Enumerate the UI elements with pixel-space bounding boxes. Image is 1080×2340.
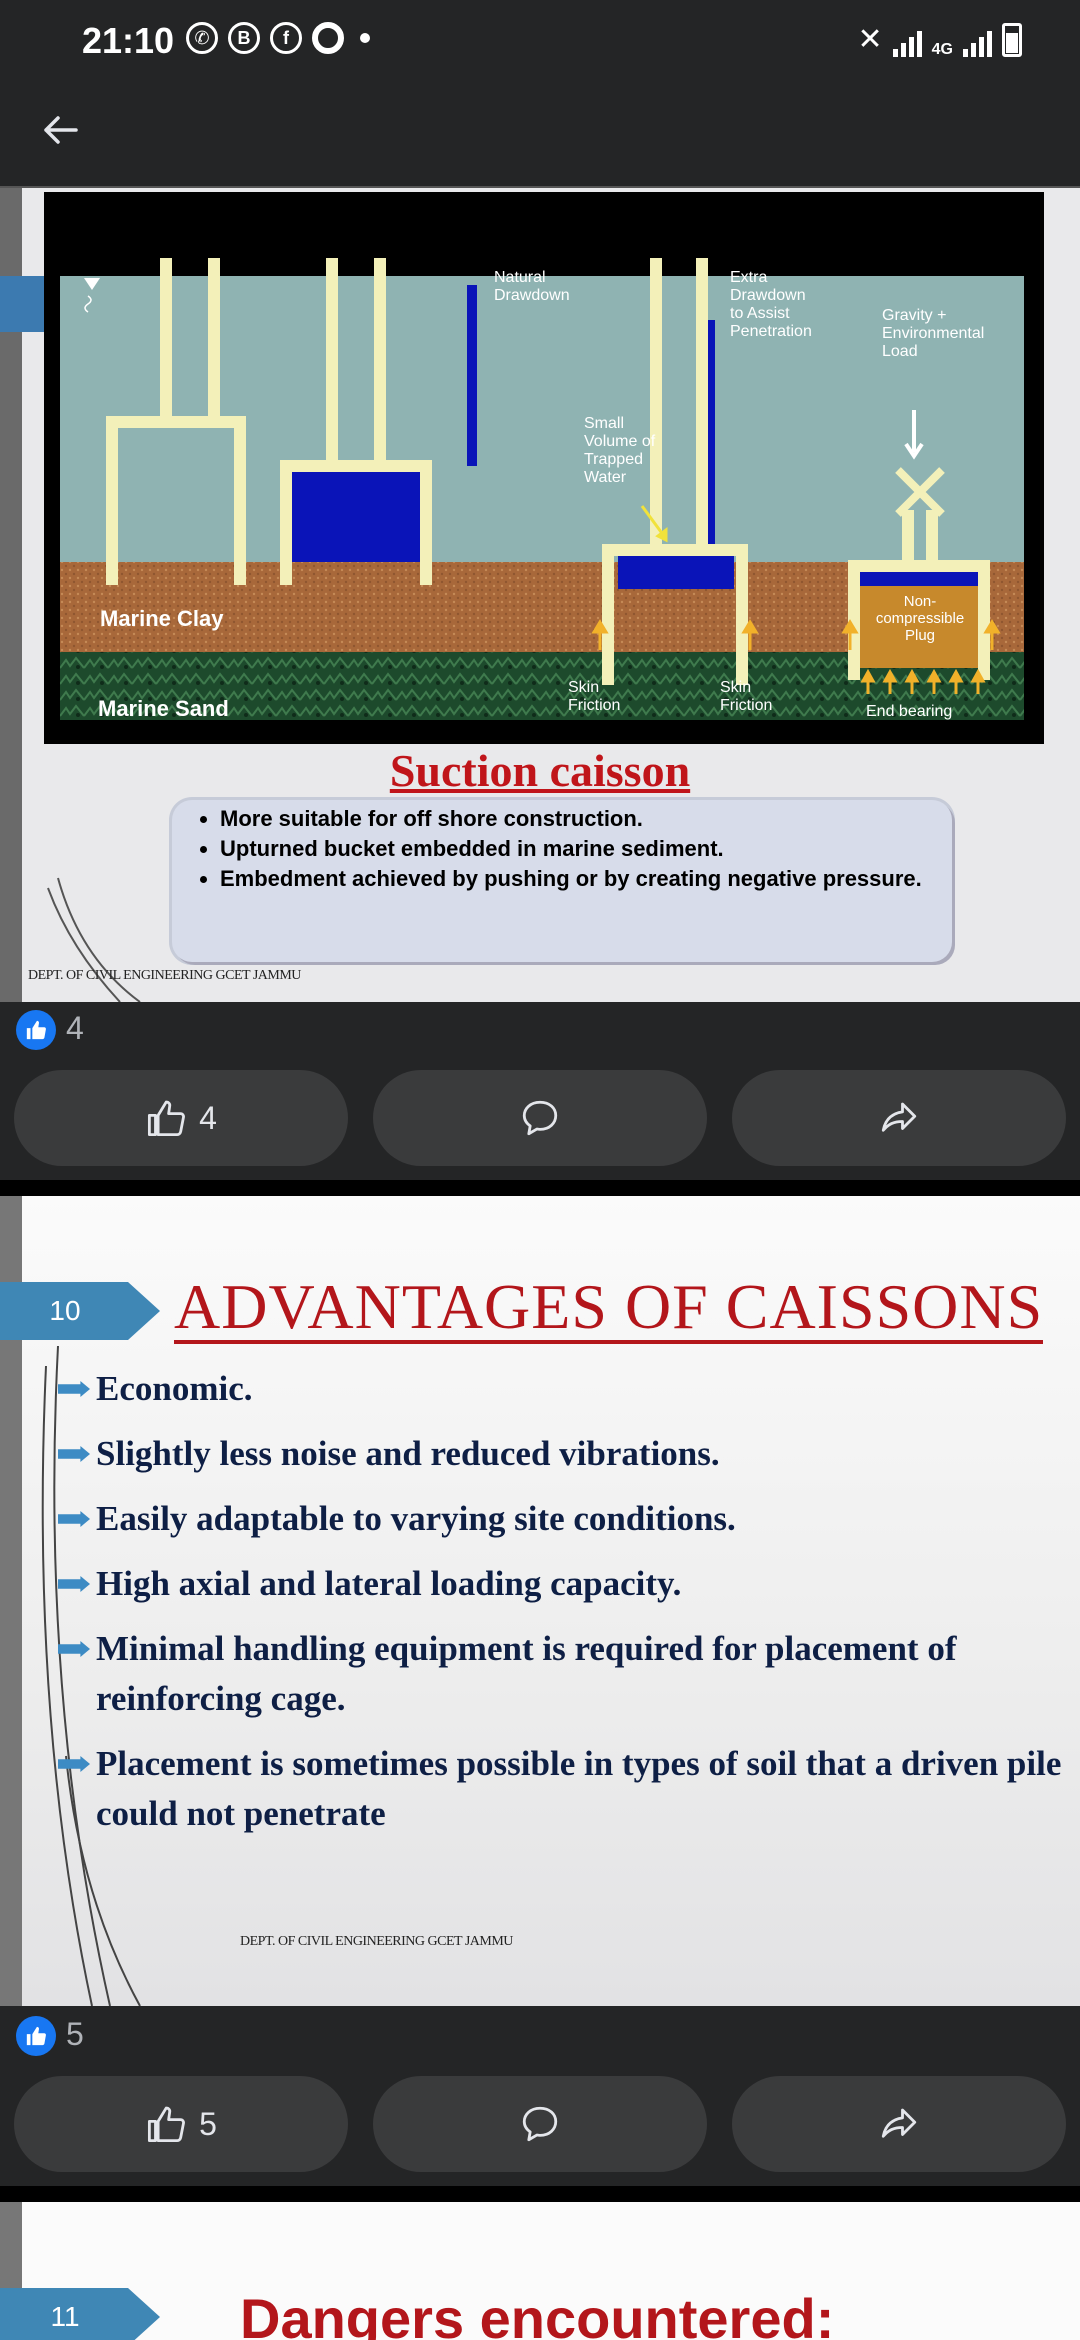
svg-text:Extra: Extra <box>730 269 767 286</box>
bullet-item: Embedment achieved by pushing or by crea… <box>220 864 952 894</box>
bullet-item: Upturned bucket embedded in marine sedim… <box>220 834 952 864</box>
bullet-arrow-icon <box>58 1381 90 1397</box>
comment-icon <box>522 2106 558 2142</box>
signal-icon <box>892 27 922 57</box>
list-item: High axial and lateral loading capacity. <box>58 1559 1068 1609</box>
whatsapp-icon: ✆ <box>186 22 218 54</box>
dept-footer: DEPT. OF CIVIL ENGINEERING GCET JAMMU <box>28 968 301 983</box>
more-notifications-icon <box>360 33 370 43</box>
top-bar <box>0 80 1080 184</box>
mute-icon: ✕ <box>857 23 883 56</box>
back-arrow-icon[interactable] <box>40 110 80 150</box>
svg-text:Load: Load <box>882 343 918 360</box>
like-count: 5 <box>66 2016 84 2052</box>
svg-text:Friction: Friction <box>720 697 772 714</box>
reaction-summary[interactable]: 5 <box>0 2006 1080 2062</box>
svg-text:Water: Water <box>584 469 627 486</box>
comment-button[interactable] <box>373 1070 707 1166</box>
bullet-arrow-icon <box>58 1756 90 1772</box>
slide-image-suction-caisson[interactable]: Marine Clay Marine Sand Natural Drawdown… <box>0 186 1080 1002</box>
b-circle-icon: B <box>228 22 260 54</box>
slide-image-advantages[interactable]: 10 ADVANTAGES OF CAISSONS Economic. Slig… <box>0 1196 1080 2006</box>
svg-text:Gravity +: Gravity + <box>882 307 946 324</box>
system-icons: ✕ 4G <box>857 22 1022 58</box>
post-actions: 5 <box>0 2076 1080 2172</box>
slide-title: Dangers encountered: <box>240 2287 835 2340</box>
status-bar: 21:10 ✆ B f ✕ 4G <box>0 0 1080 80</box>
advantages-list: Economic. Slightly less noise and reduce… <box>58 1364 1068 1854</box>
thumbs-up-icon <box>148 1100 186 1137</box>
like-reaction-icon <box>16 1010 56 1050</box>
svg-text:Penetration: Penetration <box>730 323 812 340</box>
svg-text:Trapped: Trapped <box>584 451 643 468</box>
comment-icon <box>522 1100 558 1136</box>
svg-text:compressible: compressible <box>876 610 964 627</box>
svg-text:Skin: Skin <box>568 679 599 696</box>
share-button[interactable] <box>732 1070 1066 1166</box>
like-button[interactable]: 5 <box>14 2076 348 2172</box>
share-icon <box>881 2108 917 2138</box>
label-marine-sand: Marine Sand <box>98 696 229 720</box>
list-item: Easily adaptable to varying site conditi… <box>58 1494 1068 1544</box>
battery-icon <box>1002 23 1022 57</box>
slide-title: ADVANTAGES OF CAISSONS <box>174 1271 1044 1344</box>
post-actions: 4 <box>0 1070 1080 1166</box>
slide-number-tab: 10 <box>0 1282 160 1340</box>
list-item: Economic. <box>58 1364 1068 1414</box>
dept-footer: DEPT. OF CIVIL ENGINEERING GCET JAMMU <box>240 1934 513 1949</box>
svg-text:Friction: Friction <box>568 697 620 714</box>
like-button-count: 4 <box>199 1099 217 1136</box>
svg-text:Environmental: Environmental <box>882 325 984 342</box>
bullet-arrow-icon <box>58 1576 90 1592</box>
like-reaction-icon <box>16 2016 56 2056</box>
svg-text:Small: Small <box>584 415 624 432</box>
svg-text:Non-: Non- <box>904 593 937 610</box>
svg-text:Natural: Natural <box>494 269 546 286</box>
bullet-item: More suitable for off shore construction… <box>220 804 952 834</box>
like-button-count: 5 <box>199 2105 217 2142</box>
label-marine-clay: Marine Clay <box>100 606 224 631</box>
slide-image-dangers[interactable]: 11 Dangers encountered: <box>0 2202 1080 2340</box>
comment-button[interactable] <box>373 2076 707 2172</box>
status-time: 21:10 <box>82 20 175 61</box>
reaction-summary[interactable]: 4 <box>0 1000 1080 1056</box>
suction-caisson-diagram: Marine Clay Marine Sand Natural Drawdown… <box>60 240 1024 720</box>
list-item: Slightly less noise and reduced vibratio… <box>58 1429 1068 1479</box>
svg-text:Volume of: Volume of <box>584 433 656 450</box>
svg-text:Plug: Plug <box>905 627 935 644</box>
like-count: 4 <box>66 1010 84 1046</box>
thumbs-up-icon <box>148 2106 186 2143</box>
slide-title: Suction caisson <box>389 745 691 796</box>
bullet-box: More suitable for off shore construction… <box>172 800 952 962</box>
slide-number-tab: 11 <box>0 2288 160 2340</box>
svg-text:End bearing: End bearing <box>866 703 952 720</box>
svg-text:to Assist: to Assist <box>730 305 790 322</box>
list-item: Minimal handling equipment is required f… <box>58 1624 1068 1724</box>
share-icon <box>881 1102 917 1132</box>
notification-icons: ✆ B f <box>186 22 370 54</box>
network-type: 4G <box>931 41 953 58</box>
bullet-arrow-icon <box>58 1446 90 1462</box>
facebook-icon: f <box>270 22 302 54</box>
like-button[interactable]: 4 <box>14 1070 348 1166</box>
svg-text:Skin: Skin <box>720 679 751 696</box>
share-button[interactable] <box>732 2076 1066 2172</box>
list-item: Placement is sometimes possible in types… <box>58 1739 1068 1839</box>
bullet-arrow-icon <box>58 1641 90 1657</box>
bullet-arrow-icon <box>58 1511 90 1527</box>
svg-text:Drawdown: Drawdown <box>494 287 570 304</box>
svg-text:Drawdown: Drawdown <box>730 287 806 304</box>
signal-icon-2 <box>963 27 992 57</box>
opera-icon <box>312 22 344 54</box>
